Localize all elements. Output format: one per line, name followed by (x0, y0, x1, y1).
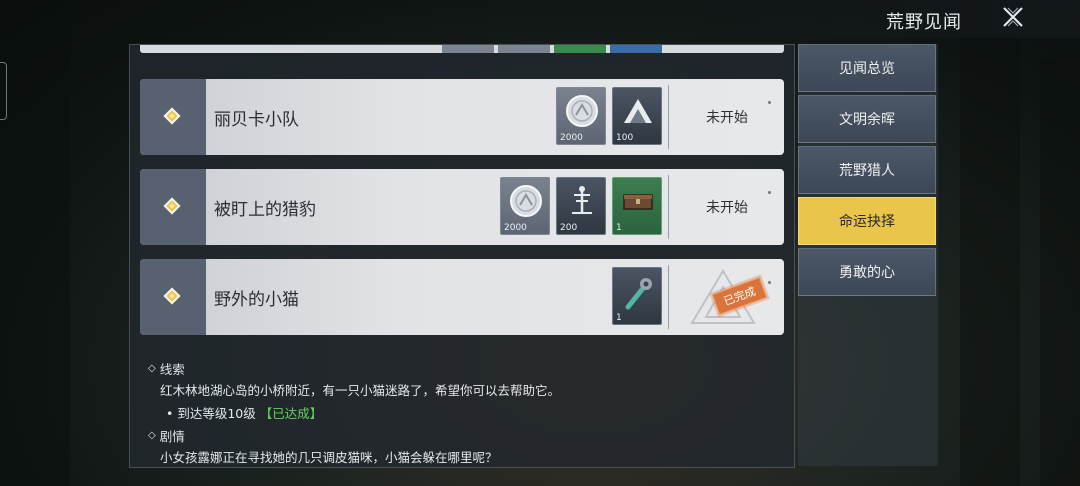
sidebar-item-label: 荒野猎人 (839, 163, 895, 179)
chevron-icon (768, 191, 771, 194)
sidebar-item-label: 文明余晖 (839, 112, 895, 128)
quest-card[interactable]: 被盯上的猎豹 2000 200 1 未开始 (140, 169, 784, 245)
story-text: 小女孩露娜正在寻找她的几只调皮猫咪，小猫会躲在哪里呢？ (160, 450, 498, 465)
reward-quantity: 1 (616, 223, 622, 233)
requirement-line: • 到达等级10级 【已达成】 (166, 403, 768, 422)
reward-slot (498, 45, 550, 53)
requirement-state: 【已达成】 (259, 406, 323, 421)
antenna-icon (572, 186, 592, 214)
chevron-icon (768, 281, 771, 284)
divider (668, 175, 669, 239)
left-edge-tab[interactable] (0, 62, 7, 120)
reward-item[interactable]: 200 (556, 177, 606, 235)
reward-item[interactable]: 2000 (556, 87, 606, 145)
chevron-icon (768, 101, 771, 104)
sidebar-item-hunter[interactable]: 荒野猎人 (798, 146, 936, 194)
close-icon (1003, 7, 1023, 27)
reward-quantity: 2000 (560, 133, 583, 143)
clue-heading: 线索 (159, 362, 185, 377)
quest-card[interactable]: 丽贝卡小队 2000 100 未开始 (140, 79, 784, 155)
diamond-icon (163, 197, 181, 215)
quest-marker-cell (140, 169, 206, 245)
reward-item[interactable]: 100 (612, 87, 662, 145)
chest-icon (623, 194, 653, 210)
quest-list-panel[interactable]: 丽贝卡小队 2000 100 未开始 被盯上的猎豹 2000 200 1 未开始… (129, 44, 795, 468)
sidebar-item-overview[interactable]: 见闻总览 (798, 44, 936, 92)
reward-item[interactable]: 1 (612, 267, 662, 325)
mountain-icon (624, 99, 652, 123)
sidebar-item-label: 勇敢的心 (839, 265, 895, 281)
wrench-icon (625, 278, 652, 310)
reward-slot (610, 45, 662, 53)
sidebar-item-brave-heart[interactable]: 勇敢的心 (798, 248, 936, 296)
silver-coin-icon (510, 185, 542, 217)
reward-quantity: 200 (560, 223, 578, 233)
page-title: 荒野见闻 (886, 12, 962, 33)
diamond-bullet-icon: ◇ (148, 363, 156, 374)
story-heading: 剧情 (159, 429, 185, 444)
reward-item[interactable]: 1 (612, 177, 662, 235)
background-tree (0, 0, 70, 486)
sidebar-item-fate[interactable]: 命运抉择 (798, 197, 936, 245)
quest-title: 被盯上的猎豹 (214, 200, 316, 220)
background-tree (1040, 60, 1080, 486)
quest-status: 未开始 (706, 110, 748, 126)
top-bar: 荒野见闻 (0, 0, 1080, 38)
divider (668, 265, 669, 329)
silver-coin-icon (566, 95, 598, 127)
quest-card-partial[interactable] (140, 45, 784, 53)
quest-status: 未开始 (706, 200, 748, 216)
diamond-icon (163, 287, 181, 305)
reward-quantity: 2000 (504, 223, 527, 233)
quest-details: ◇ 线索 红木林地湖心岛的小桥附近，有一只小猫迷路了，希望你可以去帮助它。 • … (148, 359, 768, 466)
close-button[interactable] (998, 4, 1028, 30)
reward-quantity: 100 (616, 133, 634, 143)
reward-item[interactable]: 2000 (500, 177, 550, 235)
clue-header: ◇ 线索 (148, 359, 768, 378)
quest-card[interactable]: 野外的小猫 1 已完成 (140, 259, 784, 335)
requirement-text: 到达等级10级 (177, 406, 256, 421)
reward-slot (554, 45, 606, 53)
reward-quantity: 1 (616, 313, 622, 323)
quest-title: 丽贝卡小队 (214, 110, 299, 130)
diamond-bullet-icon: ◇ (148, 430, 156, 441)
quest-marker-cell (140, 259, 206, 335)
quest-title: 野外的小猫 (214, 290, 299, 310)
background-tree (960, 0, 1020, 486)
divider (668, 85, 669, 149)
sidebar-item-label: 见闻总览 (839, 61, 895, 77)
bullet-icon: • (166, 406, 174, 421)
sidebar-item-civilization[interactable]: 文明余晖 (798, 95, 936, 143)
quest-marker-cell (140, 79, 206, 155)
story-header: ◇ 剧情 (148, 426, 768, 445)
sidebar-item-label: 命运抉择 (839, 214, 895, 230)
diamond-icon (163, 107, 181, 125)
reward-slot (442, 45, 494, 53)
clue-text: 红木林地湖心岛的小桥附近，有一只小猫迷路了，希望你可以去帮助它。 (160, 383, 561, 398)
